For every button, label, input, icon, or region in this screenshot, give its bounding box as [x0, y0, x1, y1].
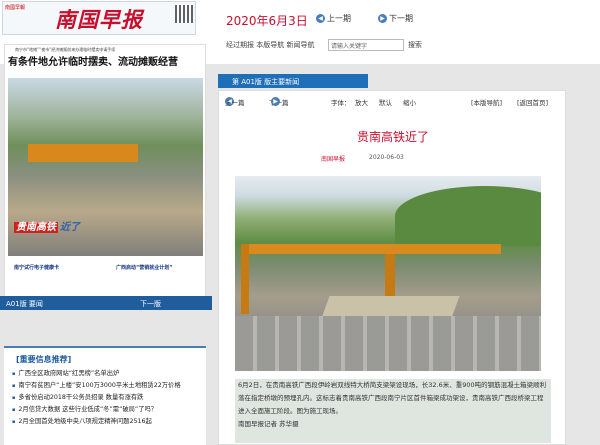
news-item[interactable]: 多省份启动2018干公务员招录 数量有涨有跌	[4, 392, 206, 404]
page-bar: A01版 要闻 下一版	[0, 296, 212, 310]
article-source: 南国早报	[321, 156, 346, 163]
font-small-button[interactable]: 缩小	[403, 97, 416, 107]
newspaper-logo[interactable]: 南國早報 南国早报	[2, 1, 196, 35]
news-item[interactable]: 2月全国首处地级中央八项规定精神问题2516起	[4, 416, 206, 428]
page-nav-link[interactable]: [本版导航]	[471, 97, 502, 107]
article-toolbar: ◀上一篇 下一篇▶ 字体： 放大 默认 缩小 [本版导航] [返回首页]	[219, 97, 567, 107]
logo-small-text: 南國早報	[5, 5, 26, 11]
news-item[interactable]: 南宁有贫困户“上楼”安100万3000平米土地租赁22万价格	[4, 380, 206, 392]
font-big-button[interactable]: 放大	[355, 97, 368, 107]
caption-text: 6月2日，在贵南高铁广西段伊岭岩双线特大桥简支梁架设现场，长32.6米、重900…	[238, 381, 547, 415]
news-title: [重要信息推荐]	[16, 355, 72, 364]
gantry-crane-shape	[28, 144, 138, 162]
next-issue-button[interactable]: ▶ 下一期	[378, 13, 413, 24]
next-issue-label: 下一期	[389, 14, 413, 23]
gantry-leg	[241, 244, 249, 314]
version-bar[interactable]: 第 A01版 版主要新闻	[218, 74, 368, 88]
article-panel: ◀上一篇 下一篇▶ 字体： 放大 默认 缩小 [本版导航] [返回首页] 贵南高…	[218, 90, 566, 445]
left-column: 南宁市“地摊”“夜市”经济摊贩前来办理临时摆卖申请手续 有条件地允许临时摆卖、流…	[0, 40, 212, 445]
prev-issue-button[interactable]: ◀ 上一期	[316, 13, 351, 24]
page-label[interactable]: A01版 要闻	[6, 299, 43, 309]
logo-title: 南国早报	[55, 7, 143, 32]
search-button[interactable]: 搜索	[408, 40, 422, 50]
header-links: 经过期报 本版导航 新闻导航	[226, 40, 314, 50]
link-news-nav[interactable]: 新闻导航	[286, 41, 314, 49]
caption-part-b: 近了	[60, 222, 80, 233]
link-past-issues[interactable]: 经过期报	[226, 41, 254, 49]
back-home-link[interactable]: [返回首页]	[517, 97, 548, 107]
reporter-credit: 南国早报记者 苏华摄	[238, 420, 299, 428]
mountain-shape	[395, 186, 541, 246]
paper-story-a[interactable]: 南宁试行电子健康卡	[14, 264, 59, 271]
font-size-label: 字体：	[331, 99, 351, 107]
caption-part-a: 贵南高铁	[14, 222, 58, 233]
qr-code-icon	[175, 5, 193, 23]
paper-front-photo[interactable]: 贵南高铁 近了	[8, 78, 203, 256]
article-title: 贵南高铁近了	[356, 130, 429, 144]
article-caption: 6月2日，在贵南高铁广西段伊岭岩双线特大桥简支梁架设现场，长32.6米、重900…	[235, 379, 551, 443]
news-item[interactable]: 广西全区政府网站“红黑榜”名单出炉	[4, 368, 206, 380]
paper-headline[interactable]: 有条件地允许临时摆卖、流动摊贩经营	[8, 53, 178, 68]
paper-lower-section: 南宁试行电子健康卡 广西启动“营销就业计划”	[8, 259, 203, 301]
paper-story-b[interactable]: 广西启动“营销就业计划”	[116, 264, 173, 271]
issue-date: 2020年6月3日	[226, 14, 308, 28]
arrow-right-icon: ▶	[271, 97, 280, 106]
beam-yard	[235, 316, 541, 371]
news-item[interactable]: 2月信贷大数据 这些行业低成“冬”需“破局”了吗？	[4, 404, 206, 416]
prev-article-label: 上一篇	[225, 99, 245, 107]
arrow-left-icon: ◀	[316, 14, 325, 23]
paper-photo-caption: 贵南高铁 近了	[14, 218, 82, 233]
article-date: 2020-06-03	[369, 154, 404, 161]
next-page-link[interactable]: 下一版	[140, 299, 161, 309]
search-input[interactable]: 请输入关键字	[328, 39, 404, 51]
arrow-right-icon: ▶	[378, 14, 387, 23]
link-page-nav[interactable]: 本版导航	[256, 41, 284, 49]
font-default-button[interactable]: 默认	[379, 97, 392, 107]
recommended-news: [重要信息推荐] 广西全区政府网站“红黑榜”名单出炉 南宁有贫困户“上楼”安10…	[4, 346, 206, 445]
newspaper-page-thumbnail[interactable]: 南宁市“地摊”“夜市”经济摊贩前来办理临时摆卖申请手续 有条件地允许临时摆卖、流…	[4, 44, 206, 306]
prev-issue-label: 上一期	[327, 14, 351, 23]
gantry-beam	[241, 244, 501, 254]
article-photo	[235, 176, 541, 371]
